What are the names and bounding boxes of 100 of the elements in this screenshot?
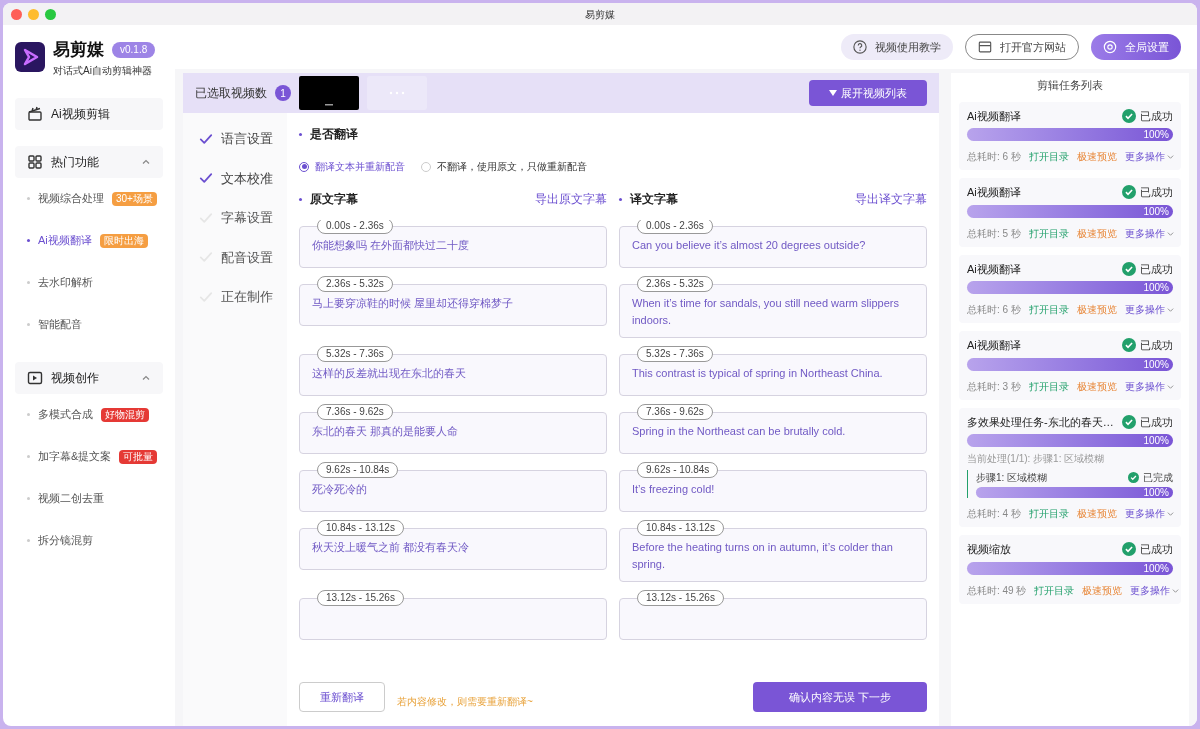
zoom-window-button[interactable] [45,8,56,20]
task-status: 已成功 [1140,108,1173,124]
confirm-next-button[interactable]: 确认内容无误 下一步 [752,682,927,712]
time-tag: 13.12s - 15.26s [317,590,404,606]
subtitle-text: Before the heating turns on in autumn, it’s colder than spring. [632,540,894,572]
elapsed-time: 总耗时: 49 秒 [967,583,1027,598]
feature-badge: 好物混剪 [101,407,149,422]
hint-text: 若内容修改，则需要重新翻译~ [397,694,533,709]
column-title: 译文字幕 [630,191,679,208]
more-actions-link[interactable]: 更多操作 [1124,506,1174,521]
time-tag: 7.36s - 9.62s [637,404,713,420]
task-name: Ai视频翻译 [967,108,1022,124]
time-tag: 2.36s - 5.32s [637,276,713,292]
app-name: 易剪媒 [53,39,104,61]
more-actions-link[interactable]: 更多操作 [1130,582,1180,598]
video-thumbnail[interactable] [299,76,359,110]
close-window-button[interactable] [11,8,22,20]
elapsed-time: 总耗时: 3 秒 [967,379,1021,394]
open-folder-link[interactable]: 打开目录 [1034,582,1075,598]
version-badge: v0.1.8 [112,41,156,58]
sidebar-subitem[interactable]: Ai视频翻译 限时出海 [15,219,163,262]
success-check-icon [1122,338,1136,353]
app-tagline: 对话式Ai自动剪辑神器 [53,63,153,78]
subitem-label: Ai视频翻译 [38,233,92,249]
feature-badge: 可批量 [119,449,158,464]
chevron-down-icon [1166,382,1174,390]
subitem-label: 拆分镜混剪 [38,533,93,549]
time-tag: 5.32s - 7.36s [637,346,713,362]
task-status: 已成功 [1140,261,1173,277]
progress-percent: 100% [1143,434,1169,447]
sidebar-item[interactable]: Ai视频剪辑 [15,97,163,130]
step-status: 已完成 [1143,471,1173,485]
chevron-down-icon [1166,306,1174,313]
retranslate-button[interactable]: 重新翻译 [299,682,385,712]
export-link[interactable]: 导出原文字幕 [535,190,607,208]
time-tag: 13.12s - 15.26s [637,590,724,606]
chevron-down-icon [1166,153,1174,160]
group-label: 视频创作 [51,369,100,387]
more-actions-link[interactable]: 更多操作 [1124,378,1174,394]
open-folder-link[interactable]: 打开目录 [1028,506,1069,521]
export-link[interactable]: 导出译文字幕 [855,190,927,208]
radio-option[interactable]: 翻译文本并重新配音 [299,159,405,174]
task-status: 已成功 [1140,414,1173,430]
sidebar-group[interactable]: 热门功能 [15,145,163,178]
time-tag: 10.84s - 13.12s [317,520,404,536]
minimize-window-button[interactable] [28,8,39,20]
more-actions-link[interactable]: 更多操作 [1124,149,1174,164]
settings-button[interactable]: 全局设置 [1091,34,1181,60]
subitem-label: 视频二创去重 [38,491,104,507]
step-item[interactable]: 字幕设置 [199,208,287,228]
progress-percent: 100% [1143,357,1169,371]
elapsed-time: 总耗时: 4 秒 [967,507,1021,521]
subitem-label: 智能配音 [38,317,82,333]
caret-down-icon [829,90,837,96]
sidebar-group[interactable]: 视频创作 [15,361,163,394]
help-icon [853,40,867,54]
elapsed-time: 总耗时: 5 秒 [967,226,1021,241]
step-item[interactable]: 语言设置 [199,129,287,149]
sidebar-subitem[interactable]: 去水印解析 [15,261,163,304]
open-folder-link[interactable]: 打开目录 [1028,225,1069,241]
feature-badge: 限时出海 [99,233,148,248]
progress-percent: 100% [1143,281,1169,294]
sidebar-subitem[interactable]: 视频二创去重 [15,477,163,520]
time-tag: 7.36s - 9.62s [317,404,393,420]
web-button[interactable]: 打开官方网站 [965,34,1079,60]
more-actions-link[interactable]: 更多操作 [1124,225,1174,241]
task-status: 已成功 [1140,185,1173,200]
open-folder-link[interactable]: 打开目录 [1028,378,1069,394]
expand-list-button[interactable]: 展开视频列表 [809,80,927,106]
check-icon [199,171,213,186]
current-step-text: 当前处理(1/1): 步骤1: 区域模糊 [967,452,1106,466]
subitem-label: 加字幕&提文案 [38,449,112,465]
section-title: 是否翻译 [310,126,358,143]
sidebar-subitem[interactable]: 加字幕&提文案 可批量 [15,435,163,478]
task-name: Ai视频翻译 [967,338,1022,353]
subtitle-text: 这样的反差就出现在东北的春天 [312,366,467,381]
help-button[interactable]: 视频使用教学 [841,34,953,60]
success-check-icon [1122,414,1136,429]
step-item[interactable]: 配音设置 [199,247,287,267]
subtitle-text: 东北的春天 那真的是能要人命 [312,424,460,439]
group-label: 热门功能 [51,153,100,171]
step-item[interactable]: 文本校准 [199,168,287,188]
count-badge: 1 [275,85,291,101]
open-folder-link[interactable]: 打开目录 [1028,302,1069,317]
sidebar-subitem[interactable]: 智能配音 [15,303,163,346]
task-name: Ai视频翻译 [967,185,1022,200]
subtitle-text: This contrast is typical of spring in Northeast China. [632,366,884,381]
sidebar-subitem[interactable]: 拆分镜混剪 [15,519,163,562]
more-actions-link[interactable]: 更多操作 [1124,302,1174,317]
radio-option[interactable]: 不翻译，使用原文，只做重新配音 [421,159,587,174]
subitem-label: 视频综合处理 [38,191,104,207]
success-check-icon [1122,185,1136,200]
subtitle-text: 死冷死冷的 [312,482,368,497]
progress-percent: 100% [1143,561,1169,575]
sidebar-subitem[interactable]: 多模式合成 好物混剪 [15,393,163,436]
open-folder-link[interactable]: 打开目录 [1028,149,1069,164]
task-status: 已成功 [1140,338,1173,353]
sidebar-subitem[interactable]: 视频综合处理 30+场景 [15,177,163,220]
step-item[interactable]: 正在制作 [199,287,287,307]
subtitle-text: When it’s time for sandals, you still need warm slippers indoors. [632,296,900,328]
